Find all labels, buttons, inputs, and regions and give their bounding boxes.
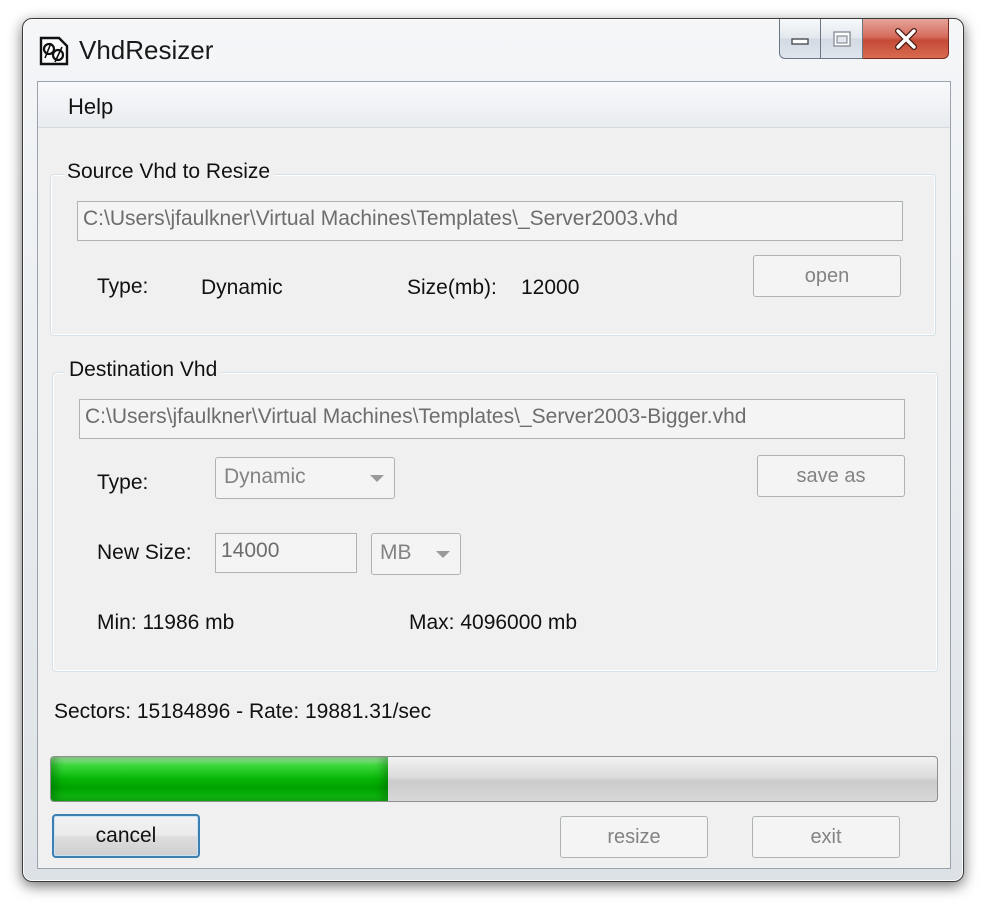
new-size-input[interactable]: 14000 — [215, 533, 357, 573]
progress-bar — [50, 756, 938, 802]
destination-groupbox: Destination Vhd C:\Users\jfaulkner\Virtu… — [52, 358, 938, 672]
chevron-down-icon — [436, 551, 450, 558]
minimize-button[interactable] — [779, 19, 821, 59]
window-title: VhdResizer — [79, 35, 214, 65]
destination-type-label: Type: — [97, 471, 149, 494]
save-as-button[interactable]: save as — [757, 455, 905, 497]
client-area: Help Source Vhd to Resize C:\Users\jfaul… — [37, 81, 951, 869]
menu-help[interactable]: Help — [68, 94, 113, 120]
destination-type-selected: Dynamic — [224, 465, 306, 488]
min-size-text: Min: 11986 mb — [97, 611, 235, 634]
source-type-value: Dynamic — [201, 276, 283, 299]
destination-group-label: Destination Vhd — [65, 358, 222, 382]
source-type-label: Type: — [97, 275, 149, 298]
vhdresizer-window: VhdResizer Help Source Vhd to Resize C:\… — [22, 18, 964, 882]
chevron-down-icon — [370, 475, 384, 482]
size-unit-selected: MB — [380, 541, 412, 564]
source-groupbox: Source Vhd to Resize C:\Users\jfaulkner\… — [50, 160, 936, 336]
cancel-button[interactable]: cancel — [52, 814, 200, 858]
close-icon — [894, 27, 917, 50]
destination-path-field[interactable]: C:\Users\jfaulkner\Virtual Machines\Temp… — [79, 399, 905, 439]
open-button[interactable]: open — [753, 255, 901, 297]
menu-bar: Help — [38, 82, 950, 128]
max-size-text: Max: 4096000 mb — [409, 611, 578, 634]
resize-button[interactable]: resize — [560, 816, 708, 858]
new-size-label: New Size: — [97, 541, 192, 564]
title-bar[interactable]: VhdResizer — [23, 19, 963, 81]
source-size-label: Size(mb): — [407, 276, 497, 299]
source-size-value: 12000 — [521, 276, 580, 299]
maximize-icon — [832, 30, 851, 47]
status-text: Sectors: 15184896 - Rate: 19881.31/sec — [54, 700, 432, 723]
source-group-label: Source Vhd to Resize — [63, 160, 275, 184]
close-button[interactable] — [863, 19, 949, 59]
maximize-button[interactable] — [821, 19, 863, 59]
vhdresizer-app-icon — [39, 36, 69, 66]
progress-fill — [51, 757, 388, 801]
destination-type-select[interactable]: Dynamic — [215, 457, 395, 499]
window-controls — [779, 19, 949, 59]
size-unit-select[interactable]: MB — [371, 533, 461, 575]
exit-button[interactable]: exit — [752, 816, 900, 858]
source-path-field[interactable]: C:\Users\jfaulkner\Virtual Machines\Temp… — [77, 201, 903, 241]
minimize-icon — [791, 37, 809, 45]
